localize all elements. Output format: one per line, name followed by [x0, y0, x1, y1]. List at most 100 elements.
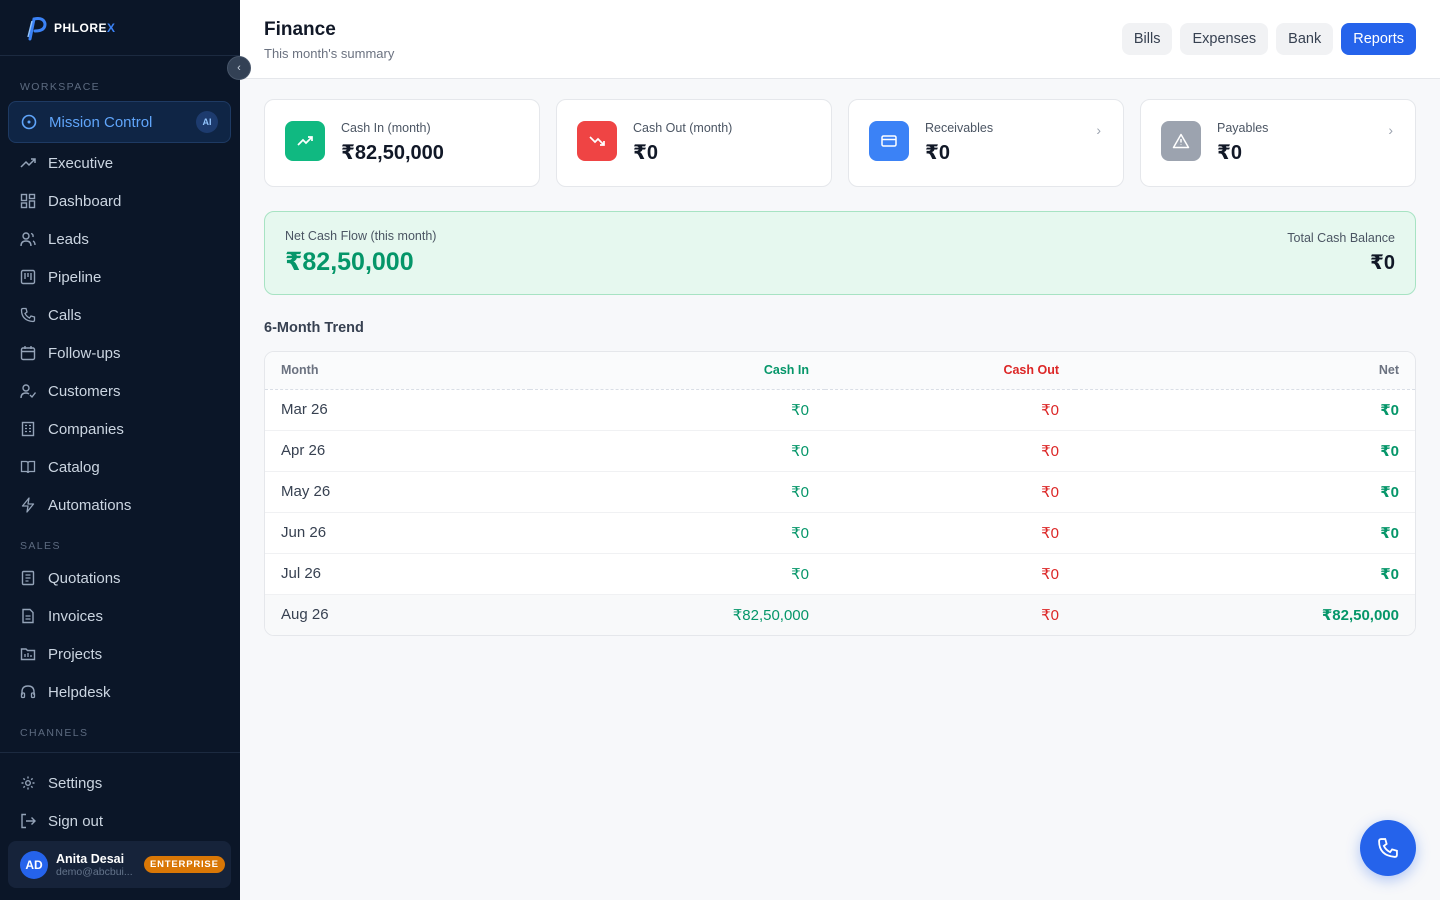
sidebar-item-projects[interactable]: Projects	[8, 635, 231, 673]
folder-icon	[20, 646, 36, 662]
total-cash-balance-value: ₹0	[1369, 252, 1395, 274]
sidebar-item-label: Customers	[48, 382, 121, 400]
trending-up-icon	[285, 121, 325, 161]
sidebar-item-label: Calls	[48, 306, 82, 324]
users-icon	[20, 231, 36, 247]
sidebar-item-label: Helpdesk	[48, 683, 111, 701]
cell-cash-out: ₹0	[825, 389, 1075, 431]
sidebar-item-label: Settings	[48, 774, 103, 792]
cell-cash-in: ₹0	[530, 389, 825, 431]
sidebar-divider	[0, 752, 240, 753]
cell-cash-in: ₹0	[530, 471, 825, 513]
cell-cash-out: ₹0	[825, 471, 1075, 513]
sidebar-item-mission-control[interactable]: Mission Control AI	[8, 101, 231, 143]
sidebar-item-label: Automations	[48, 496, 132, 514]
sidebar-item-calls[interactable]: Calls	[8, 296, 231, 334]
cell-net: ₹0	[1075, 430, 1415, 472]
user-email: demo@abcbui...	[56, 865, 133, 878]
header-actions: Bills Expenses Bank Reports	[1121, 23, 1416, 55]
sidebar-item-quotations[interactable]: Quotations	[8, 559, 231, 597]
page-title: Finance	[264, 19, 336, 40]
column-header-cash-in: Cash In	[530, 352, 825, 390]
ai-badge: AI	[196, 111, 218, 133]
receipt-icon	[20, 570, 36, 586]
expenses-button[interactable]: Expenses	[1180, 23, 1269, 55]
headset-icon	[20, 684, 36, 700]
brand[interactable]: PHLOREX	[0, 0, 240, 56]
user-check-icon	[20, 383, 36, 399]
logout-icon	[20, 813, 36, 829]
sidebar-item-automations[interactable]: Automations	[8, 486, 231, 524]
column-header-month: Month	[265, 352, 530, 390]
sidebar-item-customers[interactable]: Customers	[8, 372, 231, 410]
sidebar-item-dashboard[interactable]: Dashboard	[8, 182, 231, 220]
cell-month: Aug 26	[265, 594, 530, 635]
sidebar-item-pipeline[interactable]: Pipeline	[8, 258, 231, 296]
bills-button[interactable]: Bills	[1121, 23, 1173, 55]
cell-net: ₹0	[1075, 471, 1415, 513]
table-row: May 26 ₹0 ₹0 ₹0	[265, 471, 1415, 513]
sidebar-item-settings[interactable]: Settings	[8, 764, 231, 802]
brand-name: PHLOREX	[54, 20, 116, 35]
chevron-right-icon: ›	[1096, 122, 1101, 138]
grid-icon	[20, 193, 36, 209]
sidebar-item-helpdesk[interactable]: Helpdesk	[8, 673, 231, 711]
sidebar-item-label: Dashboard	[48, 192, 122, 210]
cell-cash-in: ₹0	[530, 512, 825, 554]
sidebar-item-sign-out[interactable]: Sign out	[8, 802, 231, 840]
cell-net: ₹0	[1075, 553, 1415, 595]
card-value: ₹82,50,000	[341, 142, 444, 164]
user-card[interactable]: AD Anita Desai demo@abcbui... ENTERPRISE	[8, 841, 231, 888]
cell-month: May 26	[265, 471, 530, 513]
column-header-net: Net	[1075, 352, 1415, 390]
avatar: AD	[20, 850, 48, 879]
payables-card[interactable]: Payables ₹0 ›	[1140, 99, 1416, 187]
cell-month: Jun 26	[265, 512, 530, 554]
card-label: Cash Out (month)	[633, 121, 733, 135]
sidebar-item-label: Follow-ups	[48, 344, 121, 362]
sidebar-item-companies[interactable]: Companies	[8, 410, 231, 448]
phone-icon	[20, 307, 36, 323]
building-icon	[20, 421, 36, 437]
trending-down-icon	[577, 121, 617, 161]
kanban-icon	[20, 269, 36, 285]
cell-cash-in: ₹0	[530, 553, 825, 595]
brand-logo: PHLOREX	[22, 13, 116, 43]
page-header: Finance This month's summary Bills Expen…	[240, 0, 1440, 79]
cell-cash-in: ₹82,50,000	[530, 594, 825, 635]
sidebar-item-label: Mission Control	[49, 113, 153, 131]
phone-icon	[1378, 838, 1398, 858]
page-subtitle: This month's summary	[264, 46, 395, 61]
cell-net: ₹0	[1075, 512, 1415, 554]
bank-button[interactable]: Bank	[1276, 23, 1334, 55]
bolt-icon	[20, 497, 36, 513]
card-label: Cash In (month)	[341, 121, 431, 135]
sidebar-item-label: Executive	[48, 154, 114, 172]
sidebar-item-label: Pipeline	[48, 268, 102, 286]
sidebar-item-label: Catalog	[48, 458, 100, 476]
trending-icon	[20, 155, 36, 171]
reports-button[interactable]: Reports	[1341, 23, 1416, 55]
cell-cash-in: ₹0	[530, 430, 825, 472]
book-icon	[20, 459, 36, 475]
net-cash-flow-banner: Net Cash Flow (this month) ₹82,50,000 To…	[264, 211, 1416, 295]
cash-out-card: Cash Out (month) ₹0	[556, 99, 832, 187]
trend-table: Month Cash In Cash Out Net Mar 26 ₹0 ₹0 …	[264, 351, 1416, 636]
sidebar-item-executive[interactable]: Executive	[8, 144, 231, 182]
call-button[interactable]	[1360, 820, 1416, 876]
card-label: Receivables	[925, 121, 994, 135]
section-label-channels: CHANNELS	[20, 727, 89, 739]
card-value: ₹0	[925, 142, 951, 164]
sidebar-item-catalog[interactable]: Catalog	[8, 448, 231, 486]
collapse-sidebar-button[interactable]: ‹	[227, 56, 251, 80]
sidebar-item-label: Projects	[48, 645, 103, 663]
sidebar-item-follow-ups[interactable]: Follow-ups	[8, 334, 231, 372]
sidebar-item-leads[interactable]: Leads	[8, 220, 231, 258]
total-cash-balance-label: Total Cash Balance	[1287, 231, 1395, 245]
receivables-card[interactable]: Receivables ₹0 ›	[848, 99, 1124, 187]
user-name: Anita Desai	[56, 851, 125, 866]
table-row: Jun 26 ₹0 ₹0 ₹0	[265, 512, 1415, 554]
sidebar-item-invoices[interactable]: Invoices	[8, 597, 231, 635]
cell-cash-out: ₹0	[825, 553, 1075, 595]
table-header-row: Month Cash In Cash Out Net	[265, 352, 1415, 390]
